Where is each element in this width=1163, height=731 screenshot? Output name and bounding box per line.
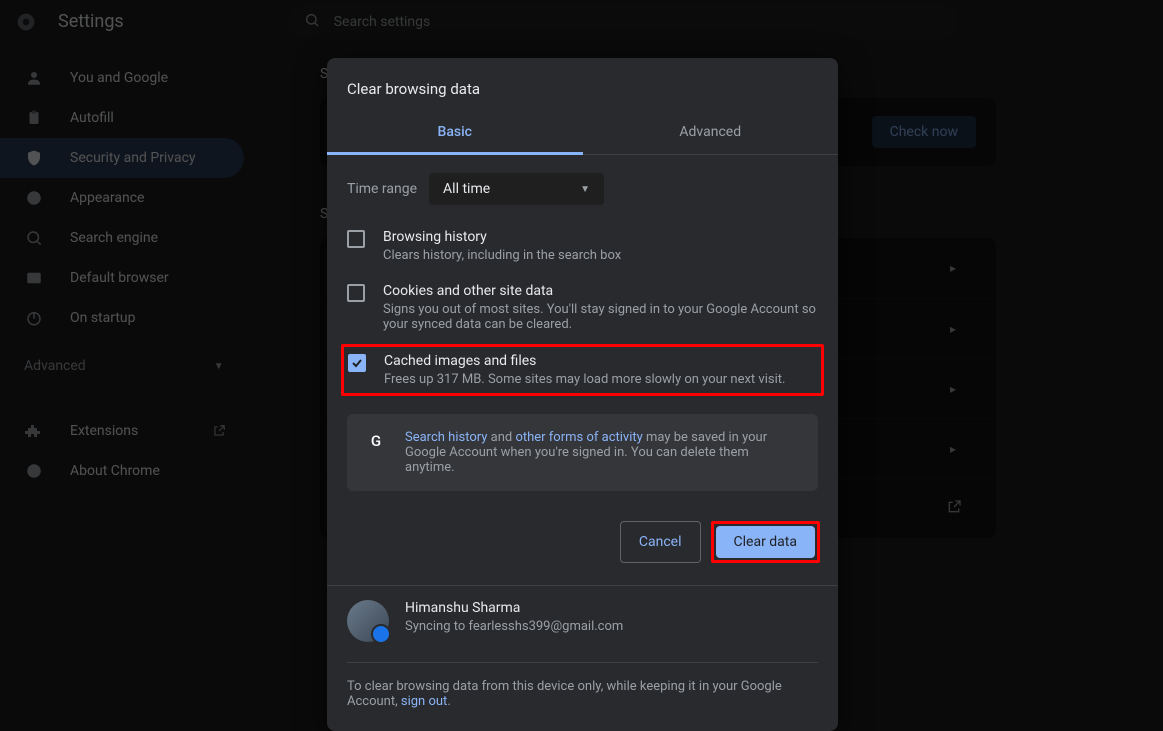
sidebar-item-default-browser[interactable]: Default browser bbox=[0, 258, 250, 298]
sidebar-label: Search engine bbox=[70, 230, 158, 246]
option-title: Cookies and other site data bbox=[383, 283, 818, 299]
sidebar-label: Appearance bbox=[70, 190, 144, 206]
other-activity-link[interactable]: other forms of activity bbox=[515, 430, 642, 445]
sidebar-label: You and Google bbox=[70, 70, 168, 86]
footer-text: To clear browsing data from this device … bbox=[327, 679, 838, 731]
dialog-tabs: Basic Advanced bbox=[327, 112, 838, 155]
avatar bbox=[347, 600, 389, 642]
chrome-icon bbox=[24, 461, 44, 481]
clear-data-button[interactable]: Clear data bbox=[716, 526, 815, 558]
open-external-icon bbox=[946, 499, 962, 519]
sidebar-item-appearance[interactable]: Appearance bbox=[0, 178, 250, 218]
advanced-label: Advanced bbox=[24, 358, 86, 374]
tab-basic[interactable]: Basic bbox=[327, 112, 583, 155]
option-description: Clears history, including in the search … bbox=[383, 248, 621, 263]
sidebar-item-security-privacy[interactable]: Security and Privacy bbox=[0, 138, 244, 178]
power-icon bbox=[24, 308, 44, 328]
google-icon: G bbox=[365, 430, 387, 452]
chevron-down-icon: ▼ bbox=[580, 184, 590, 195]
palette-icon bbox=[24, 188, 44, 208]
option-cookies[interactable]: Cookies and other site data Signs you ou… bbox=[347, 273, 818, 342]
clipboard-icon bbox=[24, 108, 44, 128]
profile-name: Himanshu Sharma bbox=[405, 600, 623, 616]
sidebar-item-autofill[interactable]: Autofill bbox=[0, 98, 250, 138]
option-description: Frees up 317 MB. Some sites may load mor… bbox=[384, 372, 785, 387]
sidebar-item-search-engine[interactable]: Search engine bbox=[0, 218, 250, 258]
time-range-label: Time range bbox=[347, 181, 417, 197]
sidebar-label: Default browser bbox=[70, 270, 169, 286]
divider bbox=[347, 662, 818, 663]
person-icon bbox=[24, 68, 44, 88]
chrome-icon bbox=[16, 12, 36, 32]
sidebar-item-about-chrome[interactable]: About Chrome bbox=[0, 451, 250, 491]
sidebar-label: Autofill bbox=[70, 110, 114, 126]
browser-icon bbox=[24, 268, 44, 288]
dialog-title: Clear browsing data bbox=[327, 58, 838, 112]
sidebar-label: Security and Privacy bbox=[70, 150, 196, 166]
checkbox[interactable] bbox=[348, 354, 366, 372]
clear-browsing-data-dialog: Clear browsing data Basic Advanced Time … bbox=[327, 58, 838, 731]
search-icon bbox=[24, 228, 44, 248]
option-title: Cached images and files bbox=[384, 353, 785, 369]
checkbox[interactable] bbox=[347, 230, 365, 248]
header: Settings Search settings bbox=[0, 0, 1163, 44]
search-placeholder: Search settings bbox=[334, 14, 431, 30]
sidebar-label: On startup bbox=[70, 310, 136, 326]
option-browsing-history[interactable]: Browsing history Clears history, includi… bbox=[347, 219, 818, 273]
option-description: Signs you out of most sites. You'll stay… bbox=[383, 302, 818, 332]
sidebar-label: Extensions bbox=[70, 423, 138, 439]
check-now-button[interactable]: Check now bbox=[872, 116, 976, 148]
sidebar-advanced-toggle[interactable]: Advanced ▼ bbox=[0, 338, 250, 394]
search-history-link[interactable]: Search history bbox=[405, 430, 487, 445]
clear-data-highlight: Clear data bbox=[711, 521, 820, 563]
tab-advanced[interactable]: Advanced bbox=[583, 112, 839, 154]
profile-row: Himanshu Sharma Syncing to fearlesshs399… bbox=[327, 586, 838, 656]
chevron-right-icon: ▸ bbox=[950, 382, 956, 396]
profile-sync-status: Syncing to fearlesshs399@gmail.com bbox=[405, 619, 623, 634]
sidebar-item-extensions[interactable]: Extensions bbox=[0, 411, 250, 451]
app-title: Settings bbox=[58, 11, 124, 32]
chevron-right-icon: ▸ bbox=[950, 442, 956, 456]
checkbox[interactable] bbox=[347, 284, 365, 302]
option-title: Browsing history bbox=[383, 229, 621, 245]
search-history-info-box: G Search history and other forms of acti… bbox=[347, 414, 818, 491]
option-cached-images-files[interactable]: Cached images and files Frees up 317 MB.… bbox=[341, 344, 824, 396]
cancel-button[interactable]: Cancel bbox=[620, 521, 701, 563]
search-settings-input[interactable]: Search settings bbox=[288, 5, 958, 39]
sidebar-item-you-and-google[interactable]: You and Google bbox=[0, 58, 250, 98]
time-range-value: All time bbox=[443, 181, 490, 197]
time-range-select[interactable]: All time ▼ bbox=[429, 173, 604, 205]
shield-icon bbox=[24, 148, 44, 168]
chevron-right-icon: ▸ bbox=[950, 322, 956, 336]
open-external-icon bbox=[212, 424, 226, 438]
chevron-right-icon: ▸ bbox=[950, 261, 956, 275]
puzzle-icon bbox=[24, 421, 44, 441]
chevron-down-icon: ▼ bbox=[214, 361, 224, 372]
sidebar-item-on-startup[interactable]: On startup bbox=[0, 298, 250, 338]
search-icon bbox=[304, 12, 320, 32]
divider bbox=[0, 402, 250, 403]
sidebar-label: About Chrome bbox=[70, 463, 160, 479]
sidebar: You and Google Autofill Security and Pri… bbox=[0, 44, 250, 659]
sign-out-link[interactable]: sign out bbox=[401, 694, 447, 709]
